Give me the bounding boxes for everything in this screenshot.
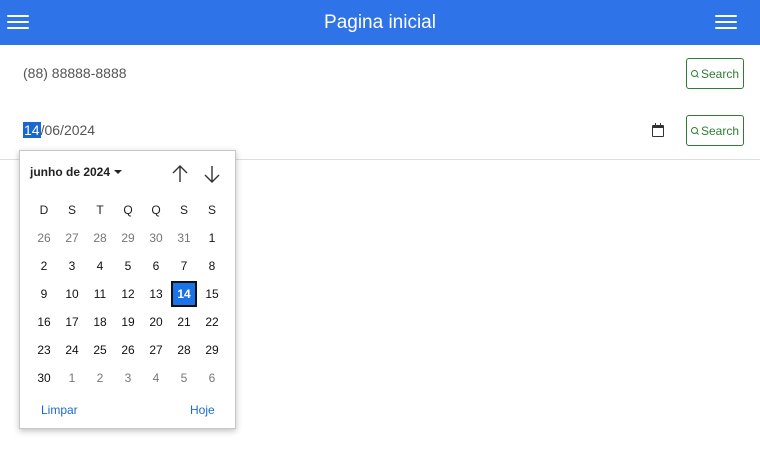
clear-link[interactable]: Limpar bbox=[41, 403, 78, 417]
top-app-bar: Pagina inicial bbox=[0, 0, 760, 45]
search-button-label: Search bbox=[700, 123, 740, 138]
calendar-day[interactable]: 29 bbox=[115, 225, 141, 251]
calendar-day[interactable]: 4 bbox=[143, 365, 169, 391]
menu-icon[interactable] bbox=[715, 11, 739, 33]
calendar-day[interactable]: 25 bbox=[87, 337, 113, 363]
page-title: Pagina inicial bbox=[324, 12, 436, 33]
month-year-selector[interactable]: junho de 2024 bbox=[30, 165, 123, 179]
weekday-header: Q bbox=[123, 203, 133, 217]
calendar-day[interactable]: 31 bbox=[171, 225, 197, 251]
calendar-day[interactable]: 27 bbox=[143, 337, 169, 363]
calendar-day[interactable]: 17 bbox=[59, 309, 85, 335]
calendar-day[interactable]: 16 bbox=[31, 309, 57, 335]
weekday-header: S bbox=[67, 203, 76, 217]
weekday-header: Q bbox=[151, 203, 161, 217]
caret-down-icon bbox=[114, 170, 123, 174]
calendar-day[interactable]: 22 bbox=[199, 309, 225, 335]
calendar-day[interactable]: 4 bbox=[87, 253, 113, 279]
phone-row: (88) 88888-8888 Search bbox=[0, 45, 760, 103]
calendar-day[interactable]: 13 bbox=[143, 281, 169, 307]
calendar-day[interactable]: 15 bbox=[199, 281, 225, 307]
weekday-header: S bbox=[207, 203, 216, 217]
calendar-day[interactable]: 1 bbox=[59, 365, 85, 391]
calendar-day[interactable]: 10 bbox=[59, 281, 85, 307]
date-year-segment[interactable]: 2024 bbox=[64, 122, 95, 138]
calendar-icon[interactable] bbox=[652, 123, 664, 137]
calendar-day[interactable]: 24 bbox=[59, 337, 85, 363]
calendar-day[interactable]: 2 bbox=[87, 365, 113, 391]
calendar-day[interactable]: 19 bbox=[115, 309, 141, 335]
calendar-day[interactable]: 3 bbox=[59, 253, 85, 279]
date-day-segment[interactable]: 14 bbox=[23, 122, 41, 138]
today-link[interactable]: Hoje bbox=[190, 403, 215, 417]
calendar-day[interactable]: 12 bbox=[115, 281, 141, 307]
calendar-day[interactable]: 6 bbox=[199, 365, 225, 391]
calendar-day[interactable]: 11 bbox=[87, 281, 113, 307]
search-icon bbox=[690, 69, 699, 78]
arrow-down-icon[interactable] bbox=[202, 163, 222, 185]
calendar-day[interactable]: 27 bbox=[59, 225, 85, 251]
date-month-segment[interactable]: 06 bbox=[44, 122, 60, 138]
calendar-day[interactable]: 30 bbox=[31, 365, 57, 391]
calendar-day[interactable]: 18 bbox=[87, 309, 113, 335]
calendar-day[interactable]: 26 bbox=[115, 337, 141, 363]
calendar-day[interactable]: 5 bbox=[115, 253, 141, 279]
calendar-day[interactable]: 23 bbox=[31, 337, 57, 363]
calendar-day[interactable]: 8 bbox=[199, 253, 225, 279]
calendar-day[interactable]: 21 bbox=[171, 309, 197, 335]
arrow-up-icon[interactable] bbox=[170, 163, 190, 185]
calendar-day[interactable]: 26 bbox=[31, 225, 57, 251]
calendar-day[interactable]: 29 bbox=[199, 337, 225, 363]
calendar-day[interactable]: 7 bbox=[171, 253, 197, 279]
calendar-day[interactable]: 2 bbox=[31, 253, 57, 279]
calendar-day[interactable]: 1 bbox=[199, 225, 225, 251]
calendar-day[interactable]: 3 bbox=[115, 365, 141, 391]
calendar-day[interactable]: 28 bbox=[171, 337, 197, 363]
weekday-header: D bbox=[39, 203, 49, 217]
calendar-day[interactable]: 14 bbox=[171, 281, 197, 307]
calendar-day[interactable]: 5 bbox=[171, 365, 197, 391]
date-picker-popup: junho de 2024 D S T Q Q S S 26 27 28 29 30 31 1 2 3 4 5 6 7… bbox=[19, 150, 236, 429]
search-button[interactable]: Search bbox=[686, 115, 744, 146]
weekday-header: S bbox=[179, 203, 188, 217]
search-button[interactable]: Search bbox=[686, 58, 744, 89]
search-button-label: Search bbox=[700, 66, 740, 81]
calendar-day[interactable]: 30 bbox=[143, 225, 169, 251]
phone-input[interactable]: (88) 88888-8888 bbox=[23, 45, 127, 102]
month-year-label: junho de 2024 bbox=[30, 165, 111, 179]
calendar-day[interactable]: 9 bbox=[31, 281, 57, 307]
search-icon bbox=[690, 126, 699, 135]
calendar-day[interactable]: 6 bbox=[143, 253, 169, 279]
weekday-header: T bbox=[96, 203, 104, 217]
calendar-day[interactable]: 28 bbox=[87, 225, 113, 251]
calendar-day[interactable]: 20 bbox=[143, 309, 169, 335]
